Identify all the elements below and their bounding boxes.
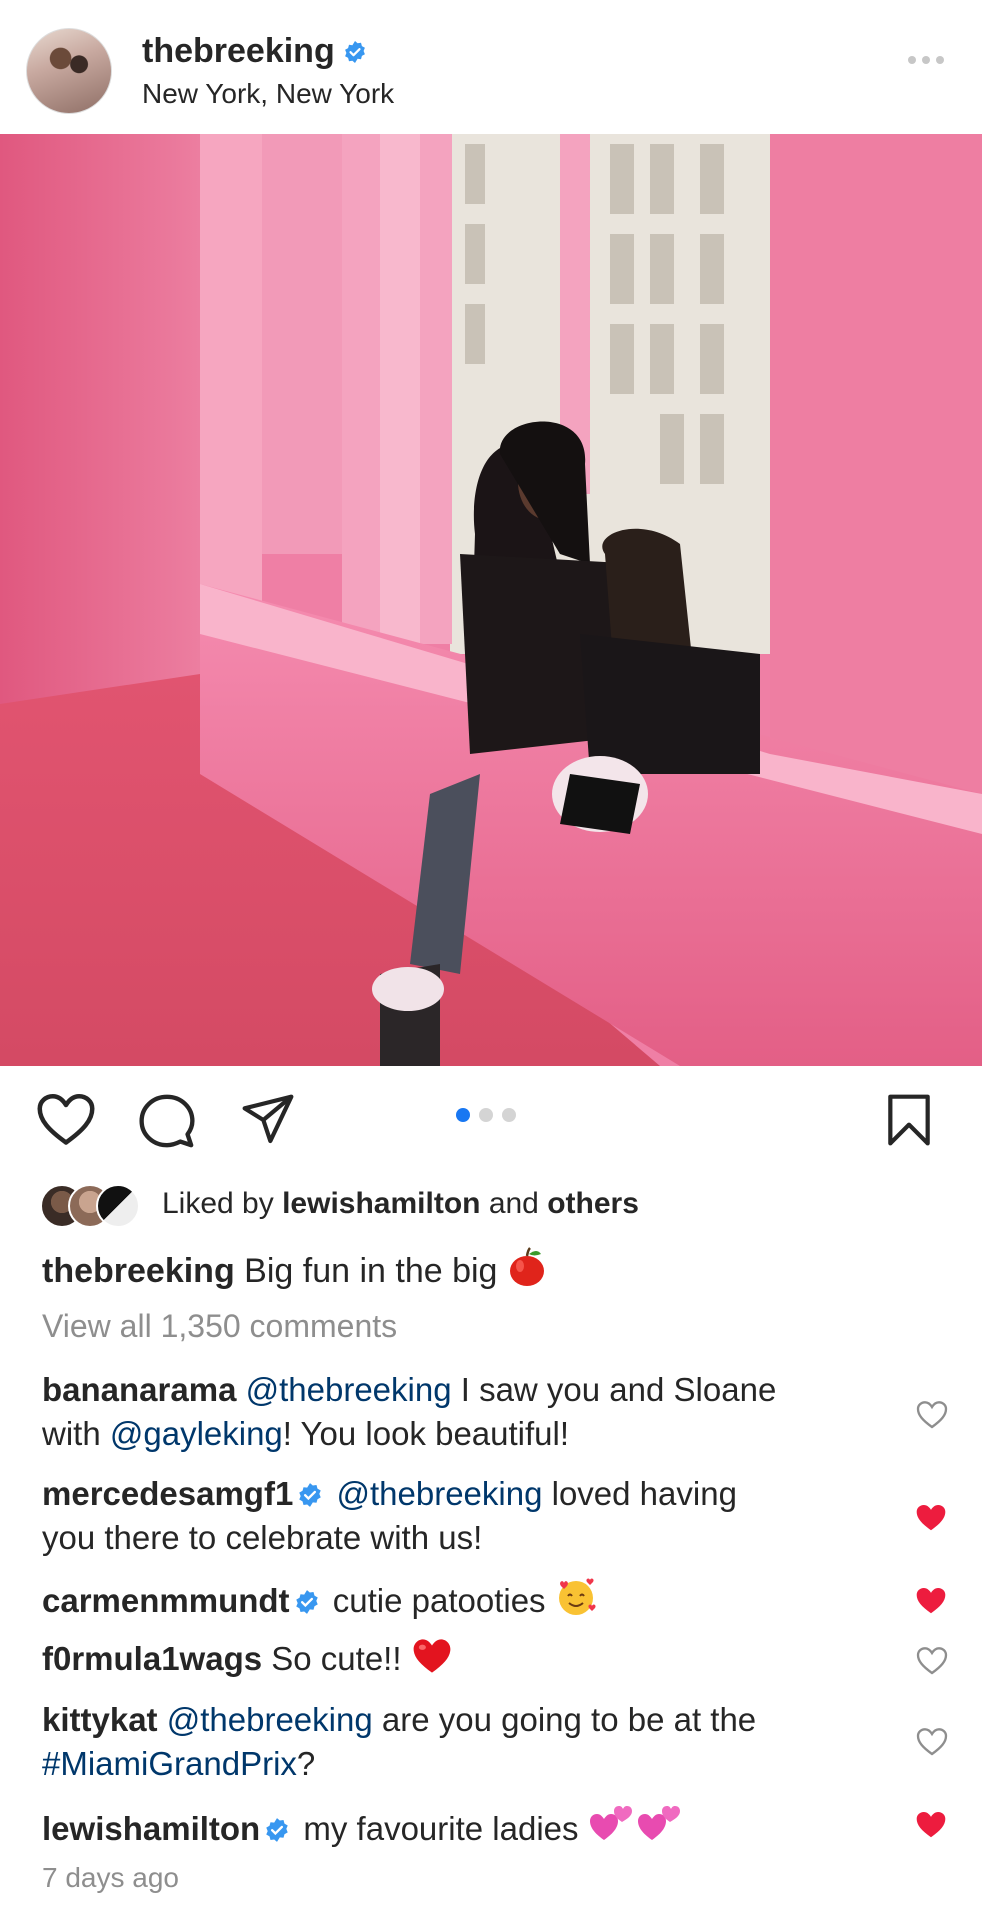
liked-by-others[interactable]: others [547, 1187, 639, 1220]
carousel-dot-active [456, 1108, 470, 1122]
comment-mention[interactable]: @thebreeking [246, 1371, 452, 1408]
comment-username[interactable]: f0rmula1wags [42, 1640, 262, 1677]
comment-mention[interactable]: @thebreeking [167, 1701, 373, 1738]
share-send-icon[interactable] [240, 1092, 296, 1148]
liked-by-row[interactable]: Liked by lewishamilton and others [40, 1182, 639, 1228]
carousel-dot [502, 1108, 516, 1122]
comment-item: kittykat @thebreeking are you going to b… [42, 1701, 757, 1782]
comment-like-heart-icon[interactable] [916, 1400, 948, 1430]
liked-by-user[interactable]: lewishamilton [282, 1187, 480, 1220]
two-hearts-emoji-icon [589, 1806, 680, 1840]
comment-like-heart-icon[interactable] [916, 1727, 948, 1757]
verified-badge-icon [344, 40, 365, 63]
profile-avatar[interactable] [26, 28, 112, 114]
liker-avatar [96, 1184, 140, 1228]
username-row: thebreeking [142, 32, 367, 71]
comment-item: lewishamilton my favourite ladies [42, 1800, 862, 1851]
carousel-dot [479, 1108, 493, 1122]
comment-liked-heart-icon[interactable] [914, 1503, 948, 1533]
red-heart-emoji-icon [413, 1639, 451, 1673]
more-options-icon[interactable] [908, 56, 944, 64]
verified-badge-icon [266, 1818, 288, 1842]
view-all-comments-link[interactable]: View all 1,350 comments [42, 1308, 397, 1345]
comment-hashtag[interactable]: #MiamiGrandPrix [42, 1745, 297, 1782]
comment-username[interactable]: kittykat [42, 1701, 158, 1738]
comment-liked-heart-icon[interactable] [914, 1586, 948, 1616]
comment-username[interactable]: carmenmmundt [42, 1582, 290, 1619]
liked-by-text: Liked by lewishamilton and others [162, 1187, 639, 1220]
comment-like-heart-icon[interactable] [916, 1646, 948, 1676]
post-caption: thebreeking Big fun in the big [42, 1246, 547, 1295]
like-heart-icon[interactable] [36, 1092, 96, 1148]
comment-mention[interactable]: @thebreeking [336, 1475, 542, 1512]
comment-mention[interactable]: @gayleking [110, 1415, 283, 1452]
comment-item: carmenmmundt cutie patooties [42, 1576, 862, 1623]
comment-item: f0rmula1wags So cute!! [42, 1636, 862, 1681]
caption-text: Big fun in the big [244, 1252, 498, 1290]
post-header: thebreeking New York, New York [0, 0, 982, 134]
post-photo-illustration [0, 134, 982, 1066]
liker-avatars [40, 1182, 156, 1228]
comment-icon[interactable] [138, 1092, 196, 1150]
comment-item: bananarama @thebreeking I saw you and Sl… [42, 1371, 777, 1452]
post-username[interactable]: thebreeking [142, 32, 335, 71]
comment-liked-heart-icon[interactable] [914, 1810, 948, 1840]
verified-badge-icon [295, 1590, 318, 1614]
comment-item: mercedesamgf1 @thebreeking loved having … [42, 1475, 737, 1556]
comment-username[interactable]: lewishamilton [42, 1810, 260, 1847]
comment-username[interactable]: bananarama [42, 1371, 236, 1408]
post-photo[interactable] [0, 134, 982, 1066]
post-timestamp: 7 days ago [42, 1862, 179, 1893]
apple-emoji-icon [509, 1247, 544, 1286]
save-bookmark-icon[interactable] [884, 1092, 934, 1148]
post-location[interactable]: New York, New York [142, 78, 394, 110]
caption-username[interactable]: thebreeking [42, 1252, 235, 1290]
verified-badge-icon [299, 1483, 322, 1507]
carousel-indicator [456, 1108, 516, 1122]
comment-username[interactable]: mercedesamgf1 [42, 1475, 293, 1512]
smiling-face-with-hearts-emoji-icon [558, 1578, 596, 1615]
